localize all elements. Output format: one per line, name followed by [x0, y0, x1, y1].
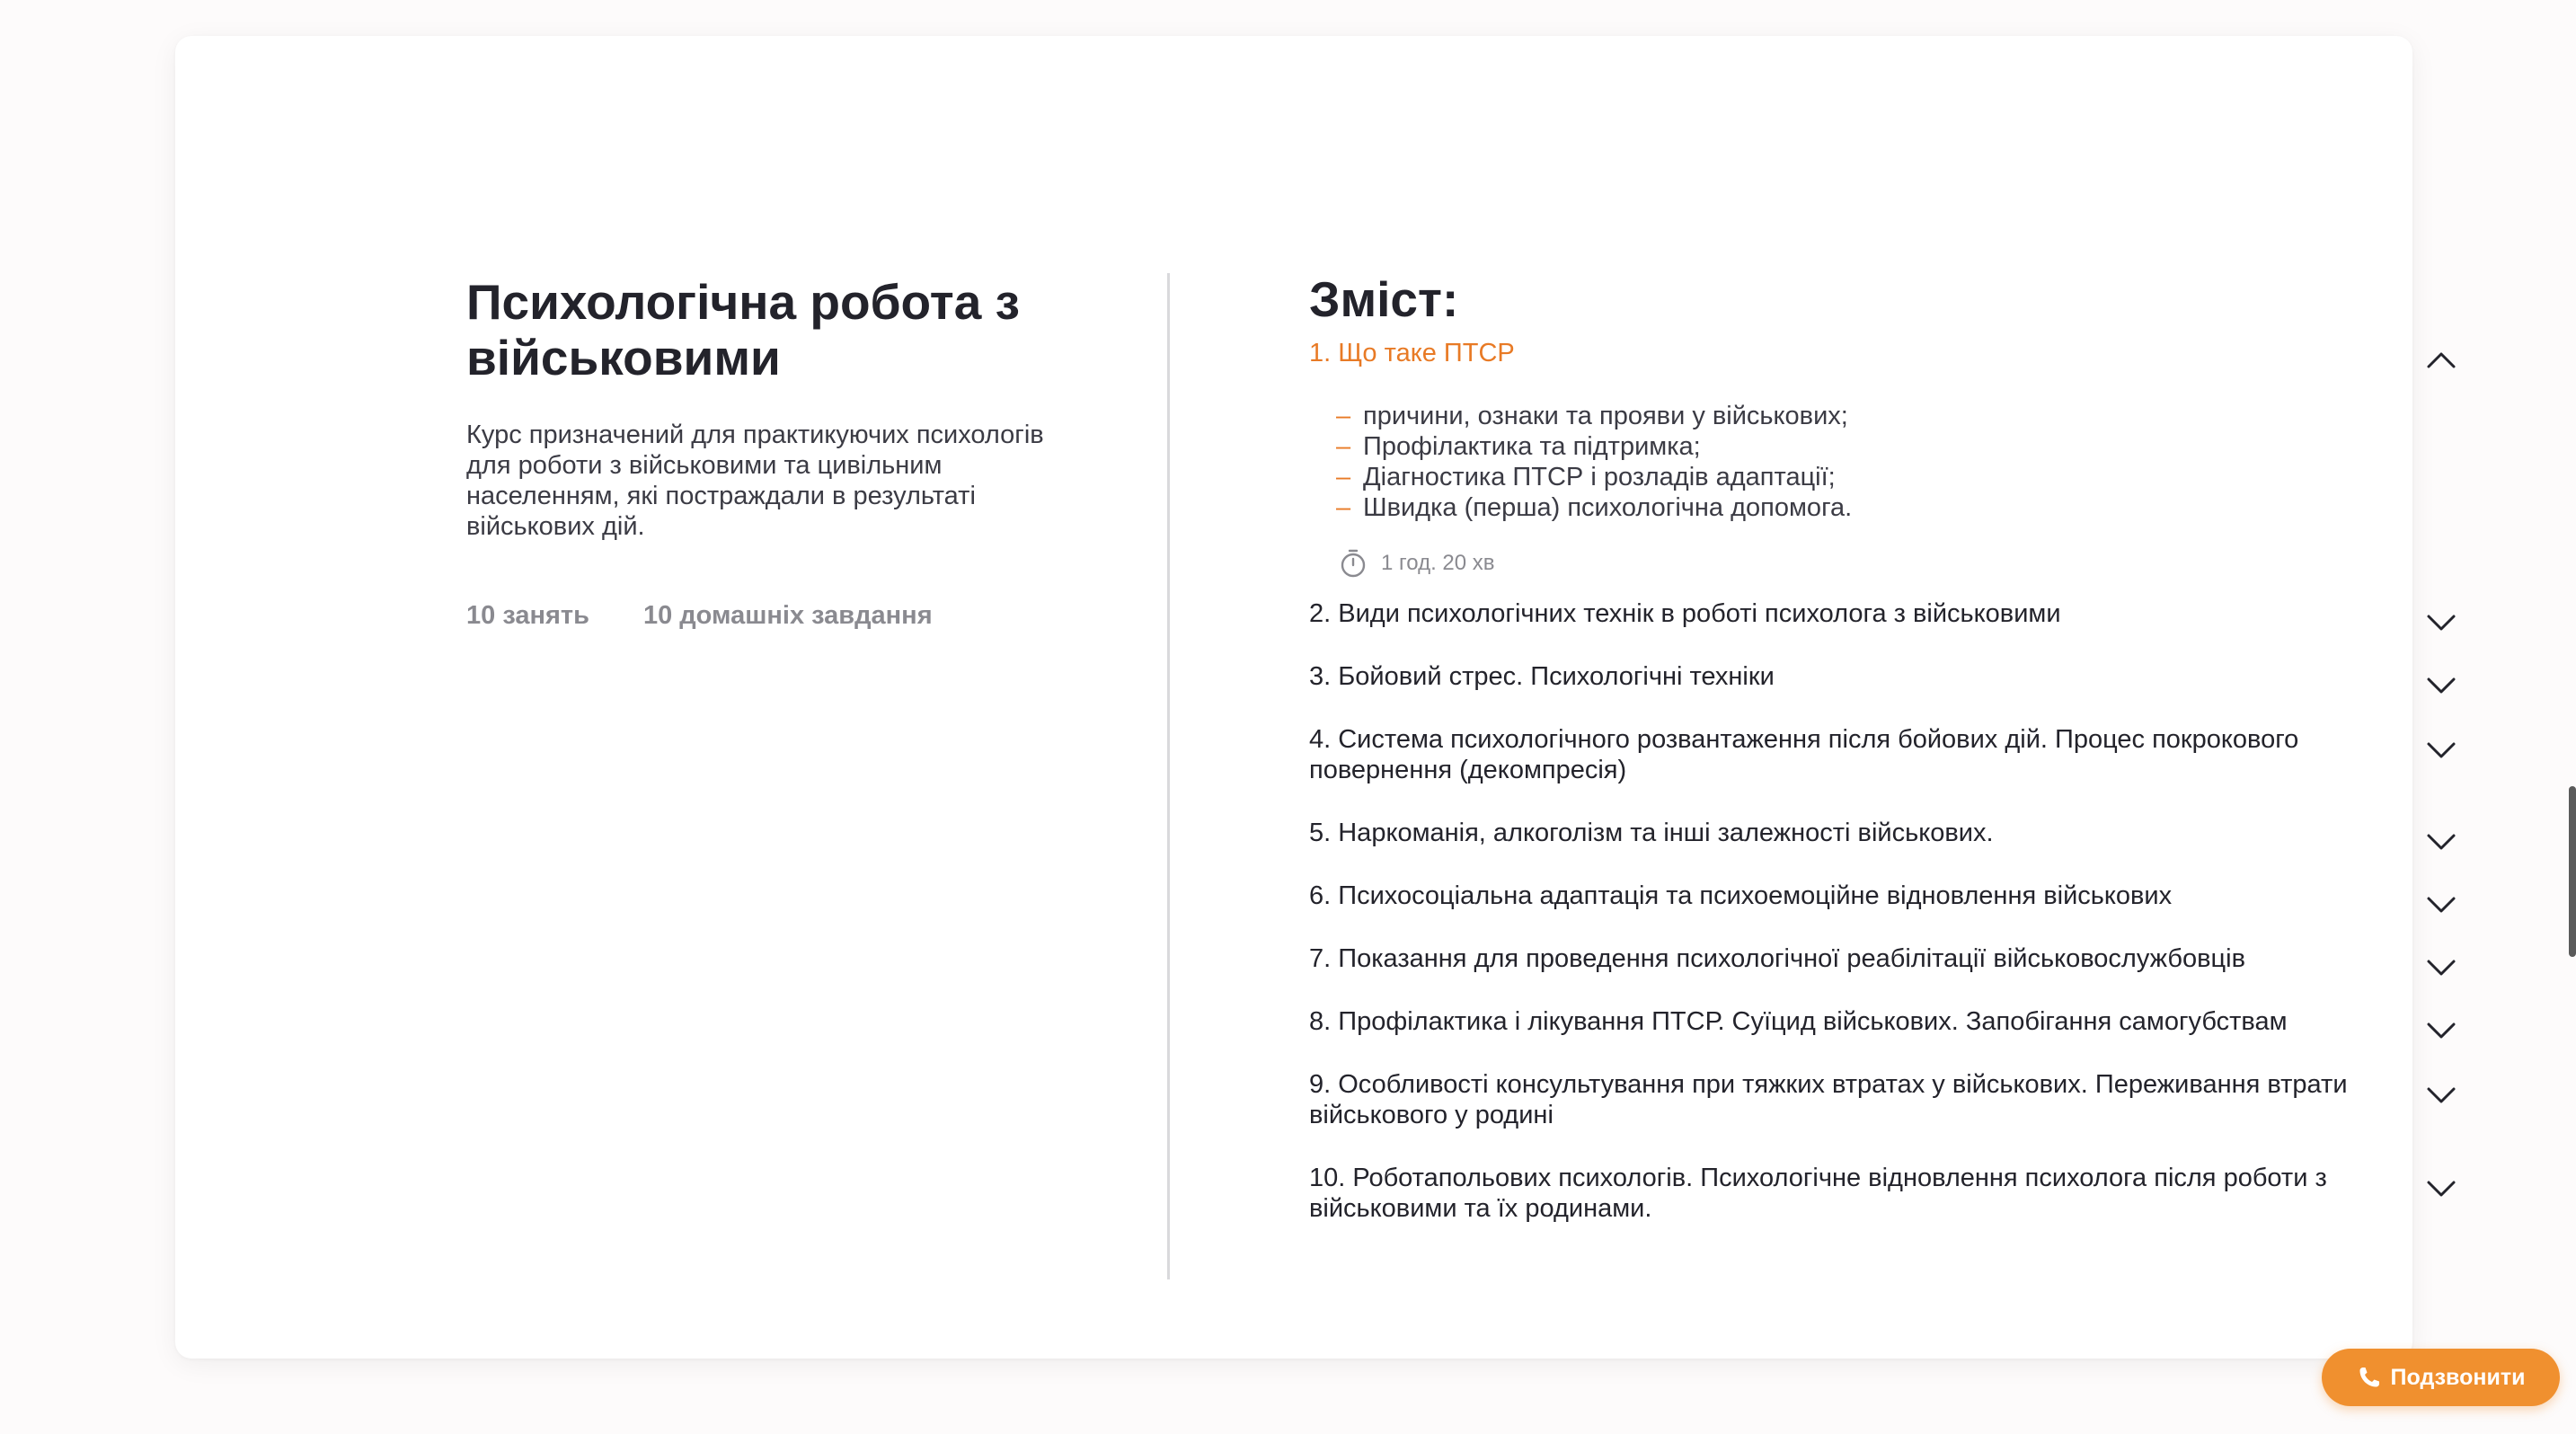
call-button-label: Подзвонити [2390, 1364, 2526, 1390]
course-card: Психологічна робота з військовими Курс п… [175, 36, 2456, 1359]
course-stats: 10 занять 10 домашніх завдання [466, 601, 1059, 631]
topic-item: – Швидка (перша) психологічна допомога. [1336, 493, 1853, 522]
chevron-down-icon[interactable] [2423, 731, 2459, 767]
course-title: Психологічна робота з військовими [466, 274, 1020, 385]
chevron-up-icon[interactable] [2423, 343, 2459, 379]
topic-bullet: – [1336, 493, 1351, 522]
module-title: 10. Роботапольових психологів. Психологі… [1309, 1164, 2327, 1223]
module-title: 9. Особливості консультування при тяжких… [1309, 1070, 2348, 1129]
course-description: Курс призначений для практикуючих психол… [466, 420, 1044, 541]
module-2: 2. Види психологічних технік в роботі пс… [1309, 598, 2459, 631]
module-3-header[interactable]: 3. Бойовий стрес. Психологічні техніки [1309, 661, 2459, 694]
chevron-down-icon[interactable] [2423, 886, 2459, 922]
topic-bullet: – [1336, 402, 1351, 430]
topic-bullet: – [1336, 432, 1351, 461]
topic-bullet: – [1336, 463, 1351, 491]
contents-heading: Зміст: [1309, 271, 1459, 327]
contents-section: Зміст: 1. Що таке ПТСР – причини, ознаки … [1309, 271, 2459, 1224]
chevron-down-icon[interactable] [2423, 1012, 2459, 1048]
module-7-header[interactable]: 7. Показання для проведення психологічно… [1309, 943, 2459, 976]
duration-text: 1 год. 20 хв [1381, 551, 1495, 575]
stopwatch-icon [1338, 548, 1368, 579]
chevron-down-icon[interactable] [2423, 823, 2459, 859]
module-title: 6. Психосоціальна адаптація та психоемоц… [1309, 881, 2173, 910]
module-duration: 1 год. 20 хв [1338, 548, 2459, 579]
lessons-count: 10 занять [466, 601, 589, 630]
module-title: 4. Система психологічного розвантаження … [1309, 725, 2299, 784]
module-1-header[interactable]: 1. Що таке ПТСР [1309, 338, 2459, 368]
topic-item: – Діагностика ПТСР і розладів адаптації; [1336, 463, 1836, 491]
module-8-header[interactable]: 8. Профілактика і лікування ПТСР. Суїцид… [1309, 1006, 2459, 1039]
module-title: 5. Наркоманія, алкоголізм та інші залежн… [1309, 819, 1994, 847]
module-1-topics: – причини, ознаки та прояви у військових;… [1309, 401, 2459, 523]
module-title: 8. Профілактика і лікування ПТСР. Суїцид… [1309, 1007, 2288, 1036]
module-10-header[interactable]: 10. Роботапольових психологів. Психологі… [1309, 1163, 2459, 1224]
chevron-down-icon[interactable] [2423, 1170, 2459, 1206]
module-1: 1. Що таке ПТСР – причини, ознаки та проя… [1309, 338, 2459, 579]
module-7: 7. Показання для проведення психологічно… [1309, 943, 2459, 976]
chevron-down-icon[interactable] [2423, 604, 2459, 640]
module-title: 3. Бойовий стрес. Психологічні техніки [1309, 662, 1775, 691]
chevron-down-icon[interactable] [2423, 667, 2459, 703]
module-title: 1. Що таке ПТСР [1309, 339, 1515, 367]
module-4: 4. Система психологічного розвантаження … [1309, 724, 2459, 785]
module-10: 10. Роботапольових психологів. Психологі… [1309, 1163, 2459, 1224]
homework-count: 10 домашніх завдання [642, 601, 933, 630]
vertical-divider [1167, 273, 1170, 1279]
module-8: 8. Профілактика і лікування ПТСР. Суїцид… [1309, 1006, 2459, 1039]
module-5: 5. Наркоманія, алкоголізм та інші залежн… [1309, 818, 2459, 850]
phone-icon [2357, 1365, 2382, 1390]
page-scrollbar[interactable] [2569, 786, 2576, 957]
module-9-header[interactable]: 9. Особливості консультування при тяжких… [1309, 1069, 2459, 1130]
module-5-header[interactable]: 5. Наркоманія, алкоголізм та інші залежн… [1309, 818, 2459, 850]
module-2-header[interactable]: 2. Види психологічних технік в роботі пс… [1309, 598, 2459, 631]
module-title: 2. Види психологічних технік в роботі пс… [1309, 599, 2061, 628]
module-9: 9. Особливості консультування при тяжких… [1309, 1069, 2459, 1130]
module-3: 3. Бойовий стрес. Психологічні техніки [1309, 661, 2459, 694]
module-title: 7. Показання для проведення психологічно… [1309, 944, 2246, 973]
course-info: Психологічна робота з військовими Курс п… [466, 274, 1059, 631]
call-button[interactable]: Подзвонити [2322, 1349, 2560, 1406]
chevron-down-icon[interactable] [2423, 949, 2459, 985]
module-6-header[interactable]: 6. Психосоціальна адаптація та психоемоц… [1309, 881, 2459, 913]
topic-item: – Профілактика та підтримка; [1336, 432, 1701, 461]
module-4-header[interactable]: 4. Система психологічного розвантаження … [1309, 724, 2459, 785]
topic-item: – причини, ознаки та прояви у військових; [1336, 402, 1848, 430]
chevron-down-icon[interactable] [2423, 1076, 2459, 1112]
module-6: 6. Психосоціальна адаптація та психоемоц… [1309, 881, 2459, 913]
